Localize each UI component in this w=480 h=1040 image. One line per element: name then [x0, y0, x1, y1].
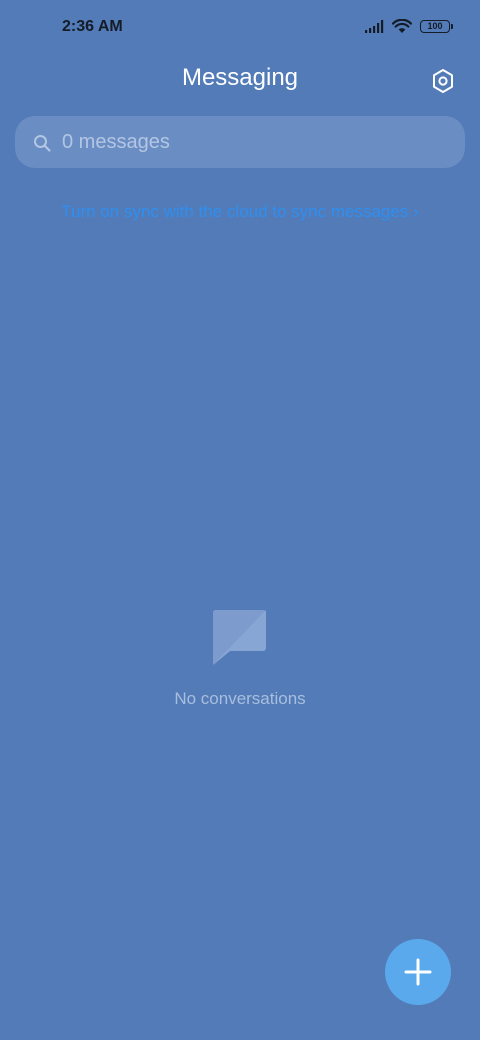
page-title: Messaging	[181, 64, 299, 91]
wifi-icon	[392, 19, 412, 33]
plus-icon	[404, 958, 432, 986]
battery-level: 100	[427, 21, 443, 31]
settings-button[interactable]	[428, 66, 458, 96]
search-bar[interactable]: 0 messages	[15, 116, 465, 168]
sync-link-text: Turn on sync with the cloud to sync mess…	[61, 202, 409, 221]
battery-tip	[451, 24, 453, 29]
status-time: 2:36 AM	[62, 18, 123, 35]
signal-icon	[365, 19, 384, 33]
search-placeholder: 0 messages	[62, 131, 170, 153]
status-bar: 2:36 AM 100	[0, 0, 480, 56]
sync-cloud-link[interactable]: Turn on sync with the cloud to sync mess…	[0, 202, 480, 222]
chevron-right-icon: ›	[413, 202, 419, 221]
search-icon	[34, 135, 51, 152]
chat-bubble-icon	[212, 610, 266, 665]
settings-icon	[433, 69, 453, 93]
status-icons: 100	[364, 19, 453, 34]
empty-state-text: No conversations	[174, 689, 306, 708]
battery-icon: 100	[420, 20, 453, 33]
new-message-button[interactable]	[385, 939, 451, 1005]
